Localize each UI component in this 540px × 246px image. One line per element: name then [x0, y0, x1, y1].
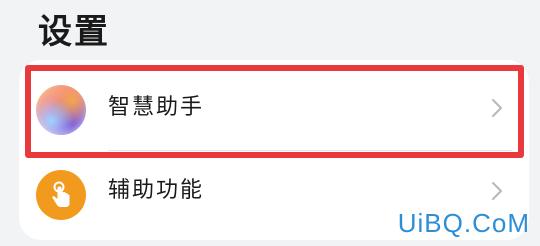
accessibility-hand-icon [36, 170, 86, 220]
settings-item-label: 智慧助手 [108, 95, 205, 120]
page-title: 设置 [38, 12, 110, 52]
chevron-right-icon [491, 181, 503, 201]
smart-assistant-icon [36, 85, 86, 135]
chevron-right-icon [491, 98, 503, 118]
settings-item-smart-assistant[interactable]: 智慧助手 [19, 65, 529, 151]
watermark-text: UiBQ.CoM [397, 208, 530, 238]
settings-screen: 设置 智慧助手 辅助功能 UiBQ.CoM [0, 0, 540, 246]
settings-item-label: 辅助功能 [108, 178, 205, 203]
divider [108, 150, 513, 151]
